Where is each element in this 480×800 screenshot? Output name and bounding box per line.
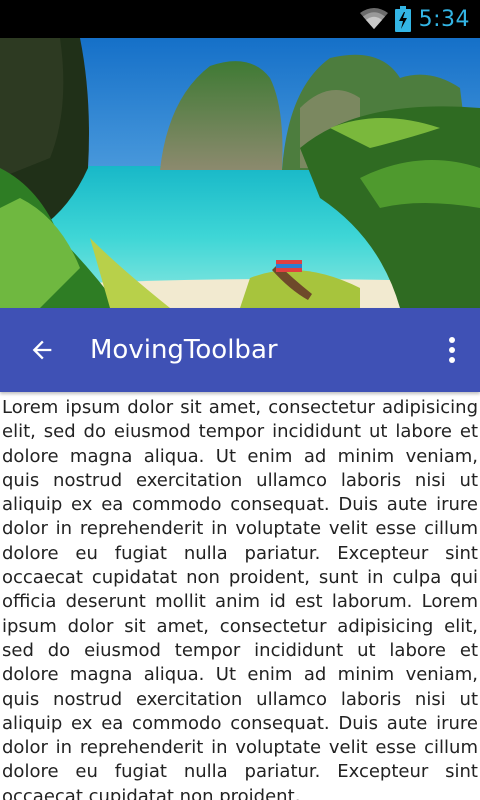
- back-button[interactable]: [0, 308, 84, 392]
- toolbar: MovingToolbar: [0, 308, 480, 392]
- wifi-icon: [359, 8, 388, 29]
- status-time: 5:34: [418, 6, 470, 32]
- overflow-menu-icon: [449, 337, 455, 363]
- scroll-content[interactable]: Lorem ipsum dolor sit amet, consectetur …: [0, 396, 480, 800]
- battery-charging-icon: [394, 6, 411, 32]
- toolbar-title: MovingToolbar: [90, 335, 278, 365]
- status-bar: 5:34: [0, 0, 480, 38]
- arrow-back-icon: [32, 340, 52, 360]
- beach-scene-image: [0, 38, 480, 308]
- header-image: [0, 38, 480, 308]
- body-text: Lorem ipsum dolor sit amet, consectetur …: [2, 397, 478, 800]
- overflow-menu-button[interactable]: [424, 308, 480, 392]
